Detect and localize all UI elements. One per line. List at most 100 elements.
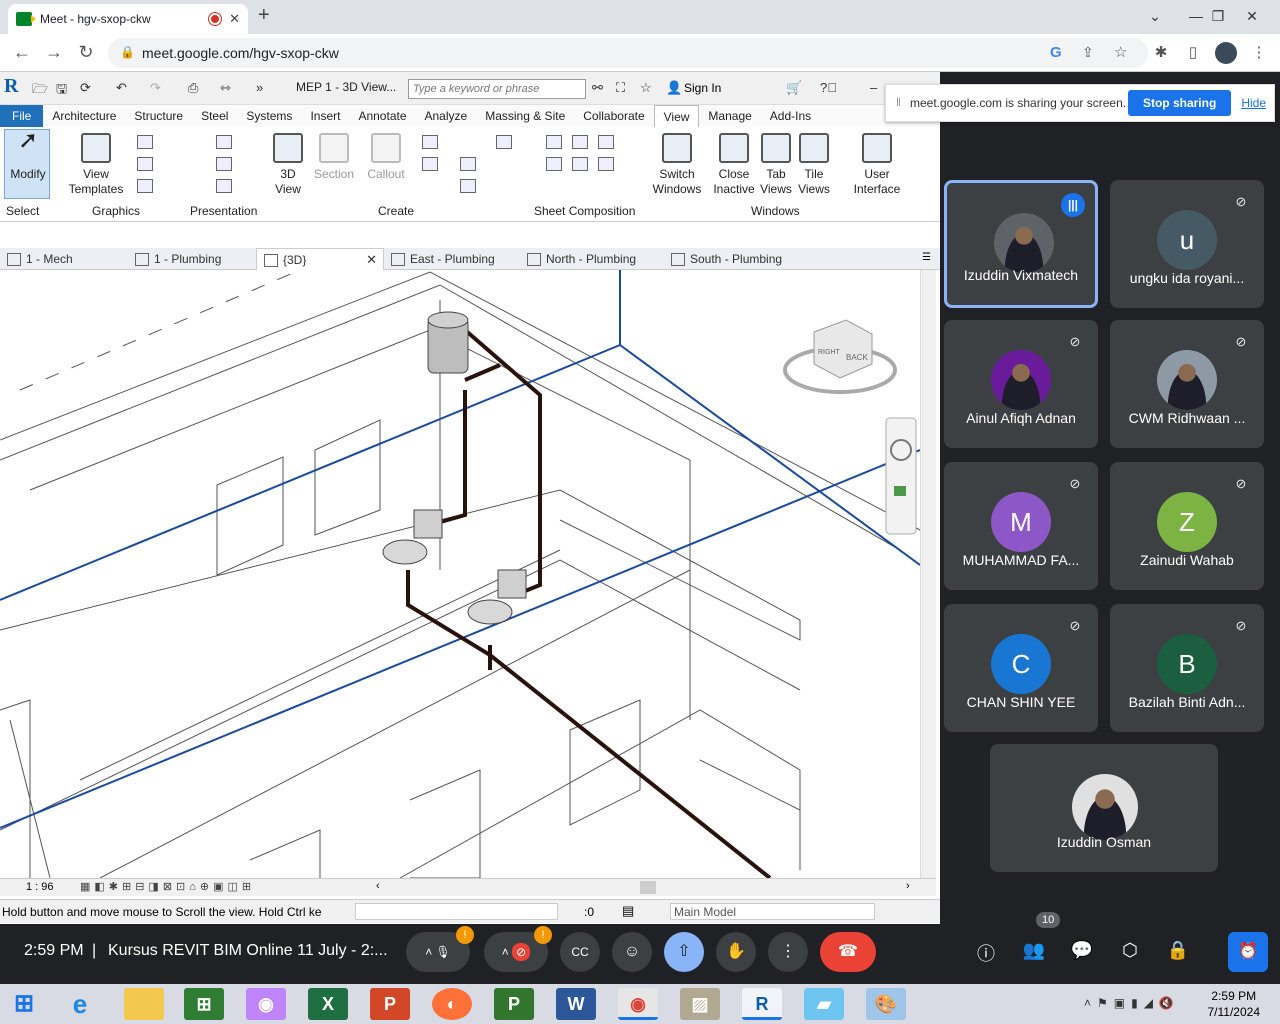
menu-add-ins[interactable]: Add-Ins <box>761 105 820 127</box>
participant-tile[interactable]: Izuddin Vixmatech ||| <box>944 180 1098 308</box>
leave-call-button[interactable]: ☎ <box>820 932 876 972</box>
horizontal-scroll-right-icon[interactable]: › <box>906 880 910 892</box>
chrome-icon[interactable]: ◉ <box>618 988 658 1020</box>
view-tab-east-plumbing[interactable]: East - Plumbing <box>384 248 518 270</box>
save-icon[interactable]: 🖫 <box>56 80 67 102</box>
view-control-icons[interactable]: ▦◧✱⊞⊟◨⊠⊡⌂⊕▣◫⊞ <box>80 880 255 893</box>
taskbar-clock[interactable]: 2:59 PM 7/11/2024 <box>1208 988 1261 1020</box>
notepad-app-icon[interactable]: ▰ <box>804 988 844 1020</box>
viewcube-back-label[interactable]: BACK <box>846 353 868 362</box>
participant-tile[interactable]: Ainul Afiqh Adnan ⊘ <box>944 320 1098 448</box>
view-tab-north-plumbing[interactable]: North - Plumbing <box>520 248 664 270</box>
raise-hand-button[interactable]: ✋ <box>716 932 756 972</box>
viewcube[interactable]: RIGHT BACK <box>783 319 897 394</box>
host-controls-icon[interactable]: 🔒 <box>1164 940 1192 961</box>
excel-icon[interactable]: X <box>308 988 348 1020</box>
tab-search-icon[interactable]: ⌄ <box>1135 4 1175 28</box>
share-icon[interactable]: ⇪ <box>1082 44 1094 61</box>
word-icon[interactable]: W <box>556 988 596 1020</box>
menu-insert[interactable]: Insert <box>301 105 349 127</box>
redo-icon[interactable]: ↷ <box>150 80 161 96</box>
close-view-tab-icon[interactable]: ✕ <box>366 249 377 271</box>
more-options-button[interactable]: ⋮ <box>768 932 808 972</box>
view-tabs-menu-icon[interactable]: ☰ <box>922 252 931 263</box>
back-icon[interactable]: ← <box>10 42 34 63</box>
tile-views-button[interactable]: Tile Views <box>796 133 832 197</box>
view-tab-3d[interactable]: {3D} ✕ <box>256 248 384 270</box>
bookmark-star-icon[interactable]: ☆ <box>1114 43 1127 61</box>
meeting-info-icon[interactable]: ⓘ <box>972 940 1000 966</box>
favorites-star-icon[interactable]: ☆ <box>640 80 652 96</box>
paint-palette-icon[interactable]: 🎨 <box>866 988 906 1020</box>
side-panel-icon[interactable]: ▯ <box>1182 43 1204 61</box>
menu-systems[interactable]: Systems <box>237 105 301 127</box>
tab-views-button[interactable]: Tab Views <box>758 133 794 197</box>
internet-explorer-icon[interactable]: e <box>60 988 100 1020</box>
revit-search-input[interactable]: Type a keyword or phrase <box>408 79 586 99</box>
view-tab-south-plumbing[interactable]: South - Plumbing <box>664 248 808 270</box>
sync-icon[interactable]: ⟳ <box>80 80 91 96</box>
group-label-select[interactable]: Select <box>6 204 39 218</box>
menu-manage[interactable]: Manage <box>699 105 760 127</box>
banner-drag-handle-icon[interactable]: ‖ <box>896 95 901 109</box>
revit-minimize-icon[interactable]: – <box>870 80 877 95</box>
callout-button[interactable]: Callout <box>364 133 408 182</box>
render-icon[interactable] <box>216 135 232 149</box>
print-icon[interactable]: ⎙ <box>188 80 198 96</box>
revit-taskbar-icon[interactable]: R <box>742 988 782 1020</box>
close-tab-icon[interactable]: ✕ <box>229 11 240 27</box>
present-screen-button[interactable]: ⇧ <box>664 932 704 972</box>
view-tab-1-plumbing[interactable]: 1 - Plumbing <box>128 248 256 270</box>
new-tab-button[interactable]: + <box>258 4 270 27</box>
extensions-icon[interactable]: ✱ <box>1150 43 1172 61</box>
viewcube-right-label[interactable]: RIGHT <box>818 349 841 356</box>
undo-icon[interactable]: ↶ <box>116 80 127 96</box>
google-icon[interactable]: G <box>1050 44 1062 61</box>
3d-model-canvas[interactable]: RIGHT BACK <box>0 269 921 880</box>
firefox-icon[interactable]: ◐ <box>432 988 472 1020</box>
menu-file[interactable]: File <box>0 105 44 127</box>
menu-architecture[interactable]: Architecture <box>43 105 125 127</box>
sheet-icon[interactable] <box>546 135 562 149</box>
navigation-bar[interactable] <box>885 417 917 535</box>
more-tools-icon[interactable]: » <box>256 80 263 95</box>
measure-icon[interactable]: ⇿ <box>220 80 231 96</box>
browser-tab[interactable]: Meet - hgv-sxop-ckw ✕ <box>8 4 248 34</box>
people-icon[interactable]: 👥 <box>1020 940 1048 961</box>
legends-icon[interactable] <box>460 179 476 193</box>
participant-tile[interactable]: B Bazilah Binti Adn... ⊘ <box>1110 604 1264 732</box>
revit-logo-icon[interactable]: R <box>4 75 18 98</box>
windows-start-icon[interactable]: ⊞ <box>4 988 44 1020</box>
switch-windows-button[interactable]: Switch Windows <box>650 133 704 197</box>
menu-collaborate[interactable]: Collaborate <box>574 105 653 127</box>
help-icon[interactable]: ?⃝ <box>820 80 837 95</box>
title-block-icon[interactable] <box>572 135 588 149</box>
forward-icon[interactable]: → <box>42 42 66 63</box>
menu-steel[interactable]: Steel <box>192 105 237 127</box>
system-tray-icons[interactable]: ˄⚑▣▮◢🔇 <box>1084 996 1180 1010</box>
render-gallery-icon[interactable] <box>216 179 232 193</box>
menu-analyze[interactable]: Analyze <box>416 105 477 127</box>
filters-icon[interactable] <box>137 179 153 193</box>
view-tab-1-mech[interactable]: 1 - Mech <box>0 248 128 270</box>
activities-icon[interactable]: ⬡ <box>1116 940 1144 961</box>
user-interface-button[interactable]: User Interface <box>850 133 904 197</box>
participant-tile[interactable]: C CHAN SHIN YEE ⊘ <box>944 604 1098 732</box>
main-model-dropdown[interactable]: Main Model <box>670 903 875 920</box>
close-inactive-button[interactable]: Close Inactive <box>710 133 758 197</box>
view-scale[interactable]: 1 : 96 <box>26 881 54 893</box>
map-app-icon[interactable]: ▨ <box>680 988 720 1020</box>
project-icon[interactable]: P <box>494 988 534 1020</box>
view-templates-button[interactable]: View Templates <box>66 133 126 197</box>
hide-banner-link[interactable]: Hide <box>1241 96 1266 110</box>
user-icon[interactable]: 👤 <box>666 80 682 96</box>
file-explorer-icon[interactable] <box>124 988 164 1020</box>
elevation-icon[interactable] <box>422 157 438 171</box>
participant-tile[interactable]: CWM Ridhwaan ... ⊘ <box>1110 320 1264 448</box>
project-app-icon[interactable]: ⊞ <box>184 988 224 1020</box>
menu-annotate[interactable]: Annotate <box>349 105 415 127</box>
horizontal-scroll-thumb[interactable] <box>640 881 656 894</box>
vertical-scrollbar[interactable] <box>920 270 936 878</box>
revisions-icon[interactable] <box>598 135 614 149</box>
cart-icon[interactable]: 🛒 <box>786 80 802 96</box>
